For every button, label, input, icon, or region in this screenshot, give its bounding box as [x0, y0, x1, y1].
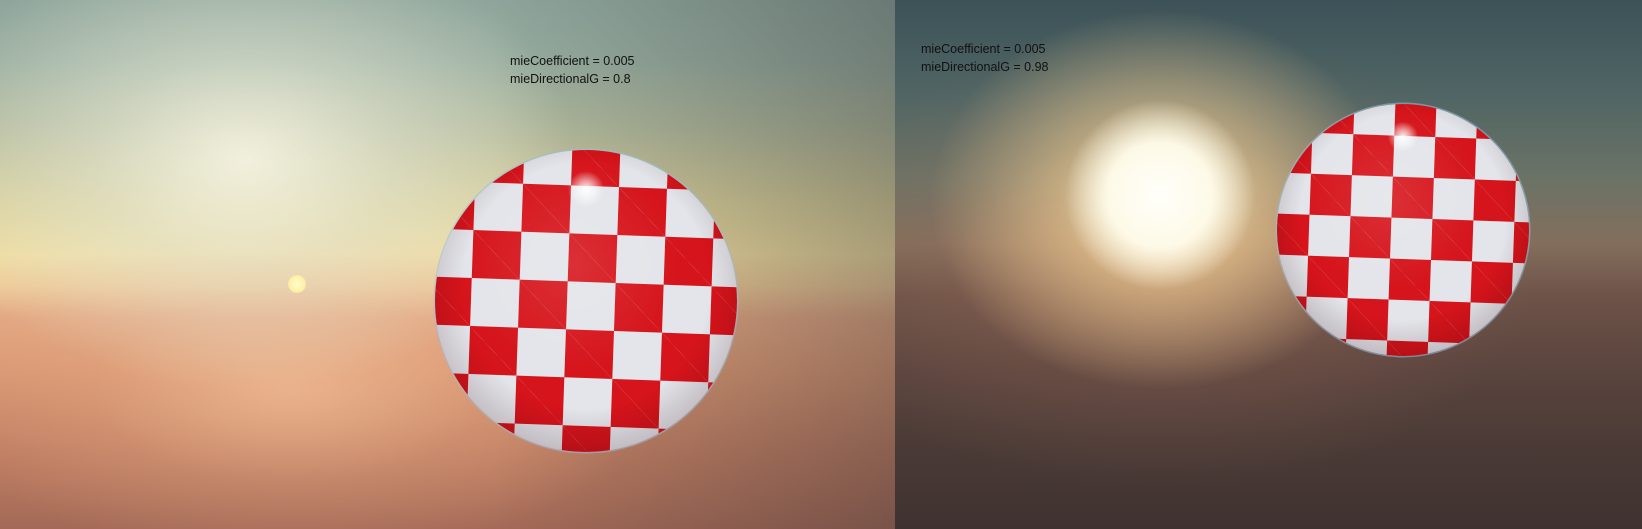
mie-coefficient-label: mieCoefficient = 0.005 — [510, 54, 635, 68]
checkered-sphere — [435, 150, 737, 452]
mie-coefficient-label: mieCoefficient = 0.005 — [921, 42, 1046, 56]
sphere-shading — [1277, 104, 1529, 356]
render-panel-left: mieCoefficient = 0.005 mieDirectionalG =… — [0, 0, 895, 529]
sphere-shading — [435, 150, 737, 452]
mie-directional-g-label: mieDirectionalG = 0.98 — [921, 60, 1049, 74]
parameter-caption: mieCoefficient = 0.005 mieDirectionalG =… — [921, 40, 1049, 76]
mie-directional-g-label: mieDirectionalG = 0.8 — [510, 72, 631, 86]
parameter-caption: mieCoefficient = 0.005 mieDirectionalG =… — [510, 52, 635, 88]
checkered-sphere — [1277, 104, 1529, 356]
render-panel-right: mieCoefficient = 0.005 mieDirectionalG =… — [895, 0, 1642, 529]
sky-background-with-sun-glow — [895, 0, 1642, 529]
sun-disc — [288, 275, 306, 293]
